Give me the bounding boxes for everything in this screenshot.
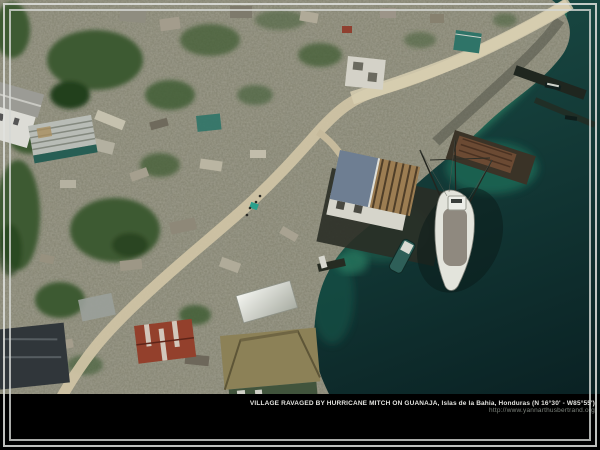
white-house-top xyxy=(345,56,386,90)
dark-shack-sw xyxy=(0,323,70,390)
olive-roof-building xyxy=(220,328,322,404)
hurricane-mitch-wallpaper: VILLAGE RAVAGED BY HURRICANE MITCH ON GU… xyxy=(0,0,600,450)
caption-url: http://www.yannarthusbertrand.org xyxy=(0,407,595,414)
caption-title: VILLAGE RAVAGED BY HURRICANE MITCH ON GU… xyxy=(0,400,595,407)
aerial-photo xyxy=(0,0,600,450)
caption-band: VILLAGE RAVAGED BY HURRICANE MITCH ON GU… xyxy=(0,394,600,450)
red-roof-building xyxy=(134,319,196,364)
